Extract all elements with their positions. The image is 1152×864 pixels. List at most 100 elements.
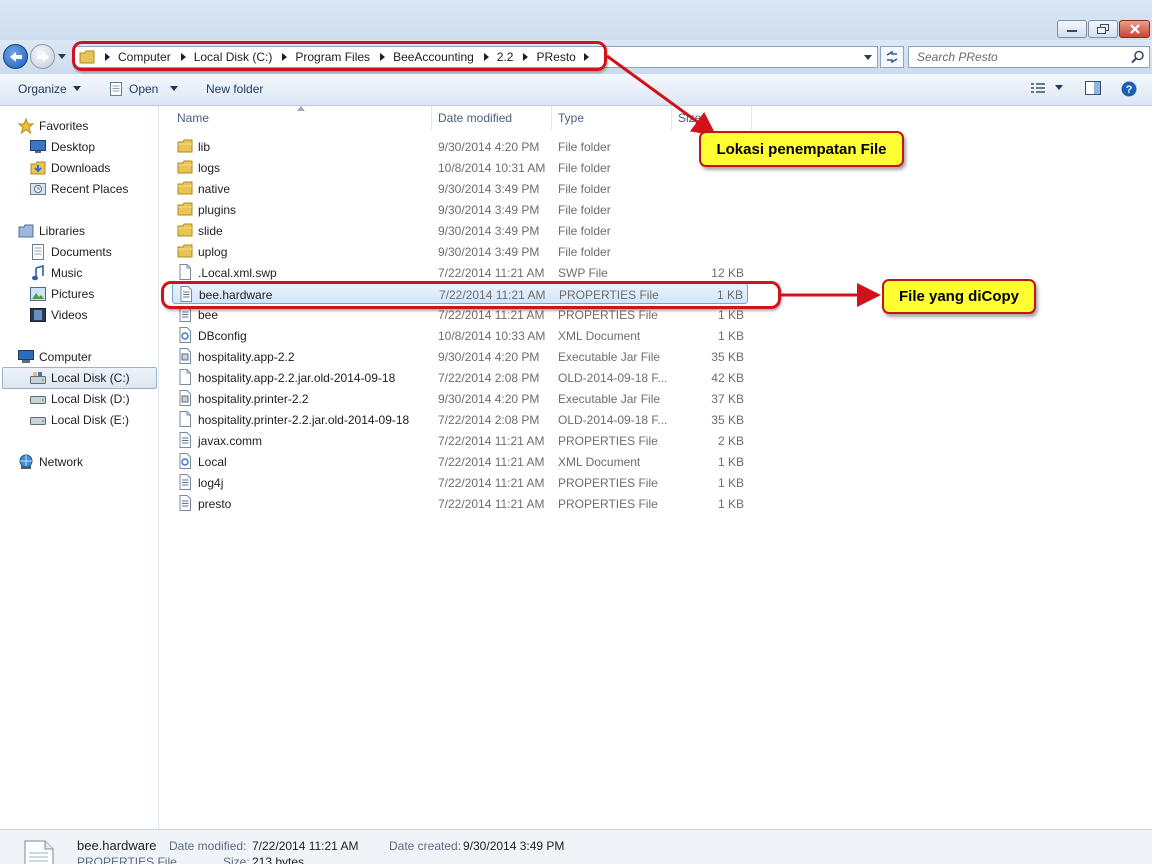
- arrow-right-icon: [36, 51, 49, 62]
- breadcrumb-item[interactable]: Computer: [103, 50, 171, 64]
- nav-local-disk-c[interactable]: Local Disk (C:): [2, 367, 157, 389]
- breadcrumb-arrow-icon[interactable]: [180, 53, 186, 61]
- svg-text:?: ?: [1126, 84, 1133, 96]
- table-row[interactable]: hospitality.app-2.2 9/30/2014 4:20 PM Exec…: [172, 346, 748, 367]
- table-row[interactable]: log4j 7/22/2014 11:21 AM PROPERTIES File 1 …: [172, 472, 748, 493]
- open-label: Open: [129, 82, 159, 96]
- recent-pages-dropdown-icon[interactable]: [57, 53, 67, 61]
- column-type[interactable]: Type: [558, 111, 584, 125]
- details-pane: bee.hardware PROPERTIES File Date modifi…: [0, 829, 1152, 864]
- table-row[interactable]: native 9/30/2014 3:49 PM File folder: [172, 178, 748, 199]
- minimize-button[interactable]: [1057, 20, 1087, 38]
- forward-button[interactable]: [30, 44, 55, 69]
- table-row[interactable]: DBconfig 10/8/2014 10:33 AM XML Document 1 …: [172, 325, 748, 346]
- title-bar: [0, 0, 1152, 40]
- file-size: 2 KB: [717, 434, 744, 448]
- nav-recent-places[interactable]: Recent Places: [30, 179, 128, 199]
- breadcrumb-item[interactable]: 2.2: [482, 50, 513, 64]
- change-view-button[interactable]: [1030, 81, 1063, 95]
- breadcrumb-item[interactable]: Local Disk (C:): [179, 50, 273, 64]
- organize-button[interactable]: Organize: [18, 82, 81, 96]
- open-button[interactable]: Open: [109, 82, 179, 96]
- folder-icon: [177, 159, 193, 175]
- new-folder-button[interactable]: New folder: [206, 82, 263, 96]
- pictures-icon: [30, 286, 46, 302]
- breadcrumb-arrow-icon[interactable]: [380, 53, 386, 61]
- column-name[interactable]: Name: [177, 111, 209, 125]
- table-row[interactable]: presto 7/22/2014 11:21 AM PROPERTIES File 1…: [172, 493, 748, 514]
- table-row[interactable]: lib 9/30/2014 4:20 PM File folder: [172, 136, 748, 157]
- search-icon[interactable]: [1131, 50, 1145, 64]
- breadcrumb-label: Local Disk (C:): [193, 50, 273, 64]
- nav-local-disk-d[interactable]: Local Disk (D:): [30, 389, 130, 409]
- file-name: hospitality.app-2.2: [198, 350, 295, 364]
- search-box: [908, 46, 1150, 68]
- restore-button[interactable]: [1088, 20, 1118, 38]
- table-row[interactable]: hospitality.app-2.2.jar.old-2014-09-18 7/…: [172, 367, 748, 388]
- file-date-modified: 7/22/2014 11:21 AM: [439, 288, 546, 302]
- table-row[interactable]: uplog 9/30/2014 3:49 PM File folder: [172, 241, 748, 262]
- nav-videos[interactable]: Videos: [30, 305, 87, 325]
- file-type: OLD-2014-09-18 F...: [558, 371, 668, 385]
- properties-file-icon: [24, 840, 54, 864]
- column-date-modified[interactable]: Date modified: [438, 111, 512, 125]
- table-row[interactable]: slide 9/30/2014 3:49 PM File folder: [172, 220, 748, 241]
- xml-file-icon: [177, 327, 193, 343]
- search-input[interactable]: [909, 47, 1119, 67]
- table-row[interactable]: Local 7/22/2014 11:21 AM XML Document 1 KB: [172, 451, 748, 472]
- table-row[interactable]: logs 10/8/2014 10:31 AM File folder: [172, 157, 748, 178]
- table-row-selected[interactable]: bee.hardware 7/22/2014 11:21 AM PROPERTIES…: [172, 283, 748, 304]
- nav-desktop[interactable]: Desktop: [30, 137, 95, 157]
- file-name: uplog: [198, 245, 228, 259]
- organize-label: Organize: [18, 82, 67, 96]
- breadcrumb-arrow-icon[interactable]: [105, 53, 110, 61]
- nav-network[interactable]: Network: [18, 452, 83, 472]
- breadcrumb-arrow-icon[interactable]: [483, 53, 489, 61]
- address-bar[interactable]: Computer Local Disk (C:) Program Files BeeA…: [74, 46, 878, 68]
- table-row[interactable]: javax.comm 7/22/2014 11:21 AM PROPERTIES F…: [172, 430, 748, 451]
- breadcrumb-arrow-icon[interactable]: [282, 53, 288, 61]
- nav-downloads[interactable]: Downloads: [30, 158, 110, 178]
- column-size[interactable]: Size: [678, 111, 701, 125]
- nav-music[interactable]: Music: [30, 263, 82, 283]
- nav-music-label: Music: [51, 266, 83, 280]
- preview-pane-button[interactable]: [1085, 81, 1101, 95]
- help-button[interactable]: ?: [1121, 81, 1137, 97]
- breadcrumb-item[interactable]: PResto: [521, 50, 576, 64]
- view-list-icon: [1031, 83, 1045, 93]
- nav-libraries[interactable]: Libraries: [18, 221, 85, 241]
- file-size: 1 KB: [717, 308, 744, 322]
- nav-favorites[interactable]: Favorites: [18, 116, 88, 136]
- details-created-value: 9/30/2014 3:49 PM: [463, 839, 565, 853]
- back-button[interactable]: [3, 44, 28, 69]
- folder-icon: [177, 243, 193, 259]
- address-dropdown-icon[interactable]: [863, 54, 873, 62]
- nav-pictures[interactable]: Pictures: [30, 284, 94, 304]
- refresh-icon: [886, 50, 898, 64]
- table-row[interactable]: plugins 9/30/2014 3:49 PM File folder: [172, 199, 748, 220]
- breadcrumb-item[interactable]: BeeAccounting: [378, 50, 474, 64]
- file-date-modified: 7/22/2014 11:21 AM: [438, 476, 545, 490]
- file-date-modified: 7/22/2014 11:21 AM: [438, 266, 545, 280]
- table-row[interactable]: hospitality.printer-2.2 9/30/2014 4:20 PM…: [172, 388, 748, 409]
- table-row[interactable]: bee 7/22/2014 11:21 AM PROPERTIES File 1 KB: [172, 304, 748, 325]
- text-file-icon: [177, 495, 193, 511]
- table-row[interactable]: .Local.xml.swp 7/22/2014 11:21 AM SWP File…: [172, 262, 748, 283]
- refresh-button[interactable]: [880, 46, 904, 68]
- table-row[interactable]: hospitality.printer-2.2.jar.old-2014-09-…: [172, 409, 748, 430]
- file-type: OLD-2014-09-18 F...: [558, 413, 668, 427]
- breadcrumb-arrow-icon[interactable]: [583, 53, 589, 61]
- close-button[interactable]: [1119, 20, 1150, 38]
- file-name: Local: [198, 455, 227, 469]
- file-name: slide: [198, 224, 223, 238]
- file-size: 1 KB: [717, 476, 744, 490]
- nav-documents[interactable]: Documents: [30, 242, 112, 262]
- nav-local-disk-e[interactable]: Local Disk (E:): [30, 410, 129, 430]
- breadcrumb-item[interactable]: Program Files: [280, 50, 370, 64]
- nav-computer[interactable]: Computer: [18, 347, 92, 367]
- window-controls: [1056, 20, 1150, 38]
- network-icon: [18, 454, 34, 470]
- details-created-label: Date created:: [389, 839, 462, 853]
- breadcrumb-arrow-icon[interactable]: [523, 53, 529, 61]
- breadcrumb-label: Computer: [118, 50, 171, 64]
